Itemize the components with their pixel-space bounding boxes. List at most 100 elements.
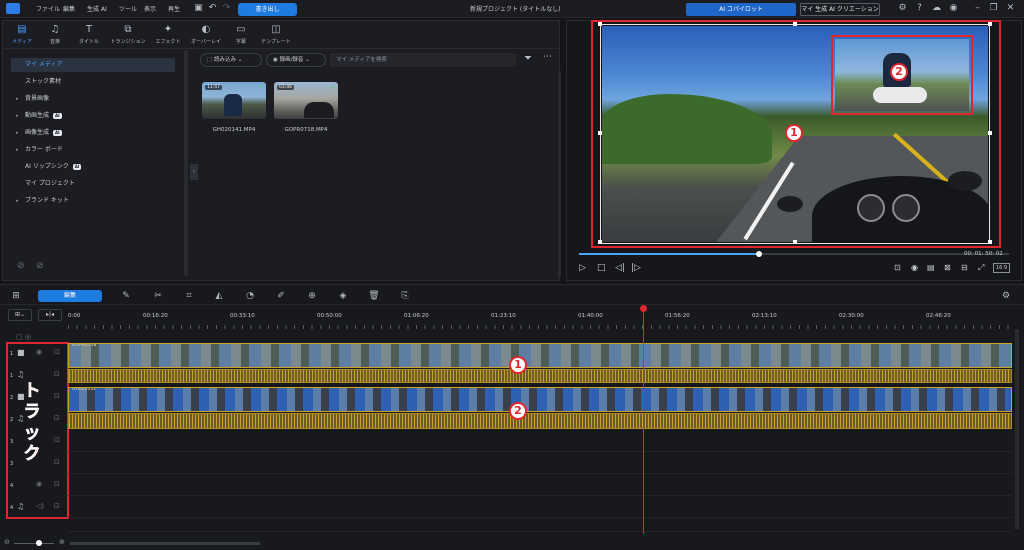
menu-view[interactable]: 表示 (144, 4, 156, 13)
aspect-ratio-button[interactable]: 16:9 (993, 263, 1011, 273)
tab-effect[interactable]: ✦ エフェクト (149, 24, 187, 45)
ai-creation-button[interactable]: マイ 生成 AI クリエーション (800, 3, 880, 16)
sidebar-item-background[interactable]: ▸ 背景画像 (11, 92, 175, 106)
remove-folder-icon[interactable]: ⊘ (36, 261, 44, 271)
media-thumb-gopr0718[interactable]: 03:46 ✓ (274, 82, 338, 119)
lock-all-icon[interactable]: ▢ ◎ (16, 333, 31, 341)
track-manager-icon[interactable]: ⊞⌄ (8, 309, 32, 321)
zoom-slider[interactable] (14, 543, 54, 544)
tracking-icon[interactable]: ⊕ (306, 290, 318, 302)
fullscreen-icon[interactable]: ⤢ (978, 263, 984, 273)
audio-clip-gopr0718[interactable] (68, 369, 1012, 383)
tab-template[interactable]: ◫ テンプレート (257, 24, 295, 45)
timeline-vscroll[interactable] (1015, 329, 1019, 529)
empty-track[interactable] (68, 474, 1012, 496)
crop-view-icon[interactable]: ⊠ (944, 263, 951, 272)
layout-icon[interactable]: ⊞ (10, 290, 22, 302)
subtitle-view-icon[interactable]: ▤ (927, 263, 935, 272)
zoom-handle[interactable] (36, 540, 42, 546)
resize-handle[interactable] (598, 22, 602, 26)
sidebar-item-color-board[interactable]: ▸ カラー ボード (11, 143, 175, 157)
track-lock-icon[interactable]: ⊡ (54, 414, 60, 422)
menu-tools[interactable]: ツール (119, 4, 137, 13)
pen-icon[interactable]: ✎ (120, 290, 132, 302)
resize-handle[interactable] (988, 22, 992, 26)
minimize-icon[interactable]: – (972, 3, 983, 14)
resize-handle[interactable] (598, 240, 602, 244)
time-ruler[interactable]: 0:00 00:16:20 00:33:10 00:50:00 01:06:20… (68, 309, 1018, 331)
ai-copilot-button[interactable]: AI コパイロット (686, 3, 796, 16)
next-frame-icon[interactable]: |▷ (631, 263, 641, 273)
sidebar-scrollbar[interactable] (184, 51, 188, 276)
sidebar-item-my-media[interactable]: マイ メディア (11, 58, 175, 72)
zoom-in-icon[interactable]: ⊕ (59, 538, 65, 546)
resize-handle[interactable] (988, 240, 992, 244)
resize-handle[interactable] (793, 22, 797, 26)
edit-text-icon[interactable]: ✐ (275, 290, 287, 302)
gear-icon[interactable]: ⚙ (897, 3, 908, 14)
close-icon[interactable]: ✕ (1005, 3, 1016, 14)
media-thumb-gh020141[interactable]: 11:47 ✓ (202, 82, 266, 119)
menu-gen-ai[interactable]: 生成 AI (87, 4, 107, 13)
track-lock-icon[interactable]: ⊡ (54, 392, 60, 400)
add-folder-icon[interactable]: ⊘ (17, 261, 25, 271)
restore-icon[interactable]: ❐ (988, 3, 999, 14)
flip-icon[interactable]: ◭ (213, 290, 225, 302)
empty-track[interactable] (68, 452, 1012, 474)
video-clip-gh020141[interactable]: GH020141 (68, 387, 1012, 412)
track-lock-icon[interactable]: ⊡ (54, 458, 60, 466)
filter-icon[interactable]: ⏷ (524, 53, 532, 64)
export-range-icon[interactable]: ⎘ (399, 290, 411, 302)
play-icon[interactable]: ▷ (579, 263, 586, 273)
menu-playback[interactable]: 再生 (168, 4, 180, 13)
resize-handle[interactable] (598, 131, 602, 135)
sidebar-item-my-project[interactable]: マイ プロジェクト (11, 177, 175, 191)
video-clip-gopr0718[interactable]: GOPR0718 (68, 343, 1012, 368)
speed-icon[interactable]: ◔ (244, 290, 256, 302)
empty-track[interactable] (68, 496, 1012, 518)
sidebar-item-lipsync[interactable]: AI リップシンク AI (11, 160, 175, 174)
zoom-out-icon[interactable]: ⊖ (4, 538, 10, 546)
safe-zone-icon[interactable]: ⊟ (961, 263, 968, 272)
tab-transition[interactable]: ⧉ トランジション (109, 24, 147, 45)
user-icon[interactable]: ◉ (948, 3, 959, 14)
playhead-handle[interactable] (640, 305, 647, 312)
visibility-eye-icon[interactable]: ◉ (36, 480, 42, 488)
media-search-input[interactable]: マイ メディアを検索 (330, 53, 516, 67)
track-lock-icon[interactable]: ⊡ (54, 502, 60, 510)
media-scrollbar[interactable] (558, 71, 561, 276)
resize-handle[interactable] (988, 131, 992, 135)
scissors-icon[interactable]: ✂ (152, 290, 164, 302)
tab-subtitle[interactable]: ▭ 字幕 (222, 24, 260, 45)
collapse-sidebar-icon[interactable]: ‹ (190, 164, 198, 180)
cloud-icon[interactable]: ☁ (931, 3, 942, 14)
audio-icon[interactable]: ◉ (911, 263, 918, 272)
track-lock-icon[interactable]: ⊡ (54, 436, 60, 444)
sidebar-item-video-gen[interactable]: ▸ 動画生成 AI (11, 109, 175, 123)
edit-button[interactable]: 編集 (38, 290, 102, 302)
redo-icon[interactable]: ↷ (221, 3, 232, 14)
seek-handle[interactable] (756, 251, 762, 257)
tab-overlay[interactable]: ◐ オーバーレイ (187, 24, 225, 45)
sidebar-item-stock[interactable]: ストック素材 (11, 75, 175, 89)
track-lock-icon[interactable]: ⊡ (54, 370, 60, 378)
capture-dropdown[interactable]: ◉ 録画/録音 ⌄ (266, 53, 326, 67)
import-dropdown[interactable]: ⬚ 読み込み ⌄ (200, 53, 262, 67)
menu-file[interactable]: ファイル (36, 4, 60, 13)
export-button[interactable]: 書き出し (238, 3, 297, 16)
crop-icon[interactable]: ⌗ (183, 290, 195, 302)
snapshot-icon[interactable]: ⊡ (894, 263, 901, 272)
empty-track[interactable] (68, 430, 1012, 452)
sidebar-item-image-gen[interactable]: ▸ 画像生成 AI (11, 126, 175, 140)
visibility-eye-icon[interactable]: ◉ (36, 348, 42, 356)
sidebar-item-brand-kit[interactable]: ▸ ブランド キット (11, 194, 175, 208)
save-icon[interactable]: ▣ (193, 3, 204, 14)
timeline-hscroll[interactable] (70, 542, 260, 545)
empty-track[interactable] (68, 518, 1012, 532)
menu-edit[interactable]: 編集 (63, 4, 75, 13)
help-icon[interactable]: ? (914, 3, 925, 14)
resize-handle[interactable] (793, 240, 797, 244)
delete-icon[interactable]: 🗑 (368, 290, 380, 302)
prev-frame-icon[interactable]: ◁| (615, 263, 625, 273)
tab-music[interactable]: ♫ 音楽 (36, 24, 74, 45)
